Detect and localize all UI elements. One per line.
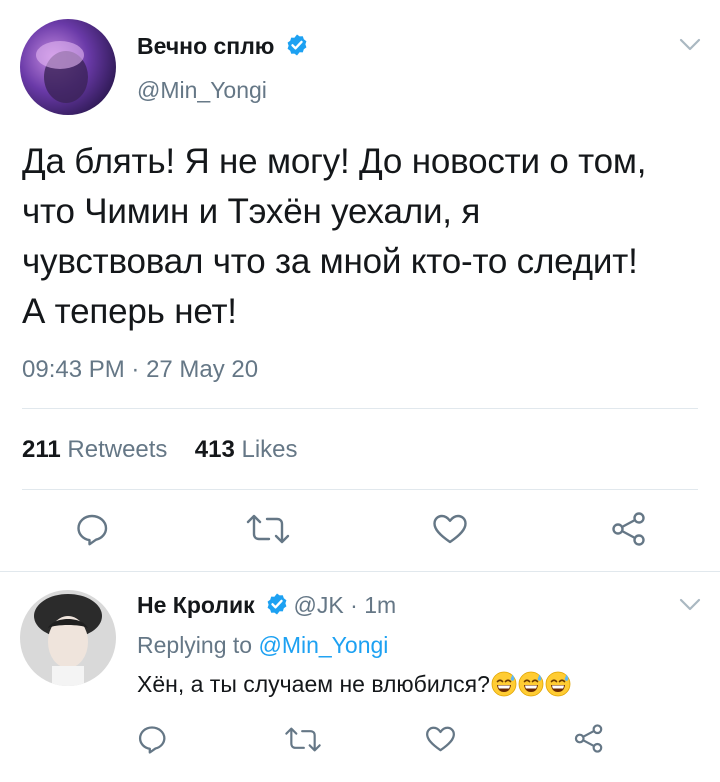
verified-badge-icon: [265, 592, 289, 621]
retweets-stat[interactable]: 211 Retweets: [22, 436, 167, 463]
verified-badge-icon: [285, 33, 309, 62]
replying-to: Replying to @Min_Yongi: [137, 632, 388, 659]
reply-text: Хён, а ты случаем не влюбился?: [137, 671, 490, 697]
display-name[interactable]: Вечно сплю: [137, 33, 274, 59]
retweets-count: 211: [22, 436, 61, 463]
section-divider: [0, 571, 720, 572]
tweet-date: 27 May 20: [146, 356, 259, 383]
handle[interactable]: @Min_Yongi: [137, 77, 267, 104]
reply-icon: [138, 726, 166, 754]
reply-handle[interactable]: @JK: [294, 592, 344, 618]
avatar-reply[interactable]: [20, 590, 116, 686]
reply-icon: [77, 514, 108, 546]
tweet-author: Вечно сплю: [137, 33, 309, 62]
tweet-time: 09:43 PM: [22, 356, 125, 383]
likes-stat[interactable]: 413 Likes: [195, 436, 298, 463]
avatar-main-image: [20, 19, 116, 115]
emoji-row: [490, 671, 571, 697]
retweet-icon: [285, 727, 321, 752]
share-button[interactable]: [610, 511, 648, 547]
grinning-sweat-emoji: [518, 671, 544, 697]
reply-share-button[interactable]: [573, 723, 605, 754]
tweet-timestamp[interactable]: 09:43 PM · 27 May 20: [22, 356, 258, 384]
like-button[interactable]: [432, 513, 468, 545]
grinning-sweat-emoji: [491, 671, 517, 697]
like-icon: [433, 514, 467, 544]
retweet-button[interactable]: [244, 513, 292, 545]
likes-count: 413: [194, 436, 235, 463]
replying-to-link[interactable]: @Min_Yongi: [258, 632, 388, 658]
share-icon: [612, 512, 645, 546]
reply-author: Не Кролик @JK · 1m: [137, 592, 396, 621]
retweets-label: Retweets: [67, 436, 168, 463]
chevron-down-icon[interactable]: [679, 38, 701, 57]
grinning-sweat-emoji: [545, 671, 571, 697]
likes-label: Likes: [241, 436, 298, 463]
tweet-stats: 211 Retweets 413 Likes: [22, 436, 298, 464]
avatar-main[interactable]: [20, 19, 116, 115]
reply-button[interactable]: [75, 512, 109, 546]
reply-retweet-button[interactable]: [283, 726, 323, 753]
reply-age: 1m: [364, 592, 397, 618]
divider: [22, 489, 698, 490]
tweet-date-separator: ·: [124, 356, 147, 383]
reply-separator: ·: [343, 592, 365, 618]
reply-text-line: Хён, а ты случаем не влюбился?: [137, 671, 571, 698]
reply-chevron-down-icon[interactable]: [679, 598, 701, 617]
reply-like-button[interactable]: [425, 725, 456, 753]
reply-display-name[interactable]: Не Кролик: [137, 592, 255, 618]
tweet-text: Да блять! Я не могу! До новости о том, ч…: [22, 142, 647, 331]
like-icon: [426, 726, 455, 752]
divider: [22, 408, 698, 409]
retweet-icon: [246, 514, 290, 544]
avatar-reply-image: [20, 590, 116, 686]
reply-reply-button[interactable]: [137, 724, 167, 754]
replying-to-prefix: Replying to: [137, 632, 259, 658]
share-icon: [574, 724, 603, 753]
